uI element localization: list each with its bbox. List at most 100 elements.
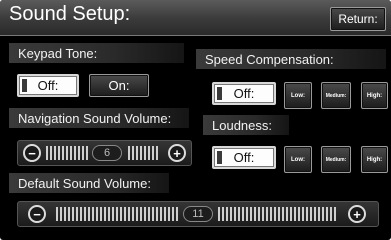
speed-compensation-label: Speed Compensation: <box>196 49 386 69</box>
volume-tick <box>136 146 138 160</box>
speed-comp-off-button[interactable]: Off: <box>212 82 276 105</box>
return-button-label: Return: <box>338 12 378 26</box>
volume-tick <box>222 207 224 221</box>
volume-tick <box>250 207 252 221</box>
volume-tick <box>70 146 72 160</box>
volume-tick <box>54 146 56 160</box>
volume-tick <box>100 207 102 221</box>
volume-tick <box>266 207 268 221</box>
volume-tick <box>82 146 84 160</box>
volume-tick <box>76 207 78 221</box>
volume-tick <box>258 207 260 221</box>
volume-tick <box>234 207 236 221</box>
volume-tick <box>104 207 106 221</box>
plus-circle-icon[interactable]: + <box>348 205 366 223</box>
speed-comp-high-button[interactable]: High: <box>361 82 388 109</box>
volume-tick <box>66 146 68 160</box>
volume-tick <box>254 207 256 221</box>
volume-tick <box>278 207 280 221</box>
navigation-volume-slider[interactable]: − 6 + <box>17 140 192 166</box>
volume-tick <box>108 207 110 221</box>
speed-comp-off-label: Off: <box>233 86 255 101</box>
default-volume-label: Default Sound Volume: <box>9 173 169 193</box>
loudness-off-label: Off: <box>233 150 255 165</box>
volume-tick <box>322 207 324 221</box>
volume-tick <box>176 207 178 221</box>
volume-tick <box>132 207 134 221</box>
minus-circle-icon[interactable]: − <box>28 205 46 223</box>
speed-comp-low-label: Low: <box>291 92 305 99</box>
default-volume-value: 11 <box>183 206 213 222</box>
keypad-tone-on-label: On: <box>108 78 130 93</box>
speed-comp-medium-label: Medium: <box>325 92 347 99</box>
volume-tick <box>310 207 312 221</box>
volume-tick <box>80 207 82 221</box>
volume-tick <box>172 207 174 221</box>
speed-comp-low-button[interactable]: Low: <box>284 82 312 109</box>
keypad-tone-off-button[interactable]: Off: <box>17 74 79 97</box>
volume-tick <box>160 207 162 221</box>
volume-tick <box>74 146 76 160</box>
volume-tick <box>92 207 94 221</box>
loudness-low-label: Low: <box>291 156 305 163</box>
default-volume-slider[interactable]: − 11 + <box>17 201 379 227</box>
volume-tick <box>318 207 320 221</box>
volume-tick <box>270 207 272 221</box>
volume-tick <box>140 146 142 160</box>
volume-tick <box>56 207 58 221</box>
volume-tick <box>96 207 98 221</box>
sound-setup-screen: Sound Setup: Return: Keypad Tone: Off: O… <box>0 0 391 240</box>
speed-comp-medium-button[interactable]: Medium: <box>321 82 351 109</box>
volume-tick <box>72 207 74 221</box>
volume-tick <box>164 207 166 221</box>
volume-tick <box>302 207 304 221</box>
loudness-low-button[interactable]: Low: <box>284 146 312 173</box>
loudness-medium-label: Medium: <box>325 156 347 163</box>
volume-tick <box>58 146 60 160</box>
volume-tick <box>282 207 284 221</box>
volume-tick <box>128 207 130 221</box>
volume-tick <box>156 207 158 221</box>
volume-tick <box>156 146 158 160</box>
volume-tick <box>218 207 220 221</box>
loudness-high-button[interactable]: High: <box>361 146 388 173</box>
loudness-medium-button[interactable]: Medium: <box>321 146 351 173</box>
minus-circle-icon[interactable]: − <box>23 144 41 162</box>
loudness-high-label: High: <box>366 156 383 163</box>
volume-tick <box>50 146 52 160</box>
volume-tick <box>246 207 248 221</box>
volume-tick <box>60 207 62 221</box>
volume-tick <box>238 207 240 221</box>
volume-tick <box>86 146 88 160</box>
volume-tick <box>262 207 264 221</box>
volume-tick <box>230 207 232 221</box>
volume-tick <box>112 207 114 221</box>
volume-tick <box>84 207 86 221</box>
volume-tick <box>286 207 288 221</box>
volume-tick <box>290 207 292 221</box>
volume-tick <box>136 207 138 221</box>
volume-tick <box>330 207 332 221</box>
volume-tick <box>140 207 142 221</box>
volume-tick <box>120 207 122 221</box>
volume-tick <box>64 207 66 221</box>
volume-tick <box>144 207 146 221</box>
volume-tick <box>274 207 276 221</box>
volume-tick <box>334 207 336 221</box>
volume-tick <box>298 207 300 221</box>
volume-tick <box>242 207 244 221</box>
volume-tick <box>152 146 154 160</box>
return-button[interactable]: Return: <box>330 7 386 31</box>
volume-tick <box>314 207 316 221</box>
volume-tick <box>306 207 308 221</box>
keypad-tone-on-button[interactable]: On: <box>89 74 149 97</box>
volume-tick <box>128 146 130 160</box>
plus-circle-icon[interactable]: + <box>168 144 186 162</box>
volume-tick <box>168 207 170 221</box>
keypad-tone-label: Keypad Tone: <box>9 43 184 63</box>
volume-tick <box>124 207 126 221</box>
volume-tick <box>78 146 80 160</box>
loudness-off-button[interactable]: Off: <box>212 146 276 169</box>
volume-tick <box>68 207 70 221</box>
volume-tick <box>226 207 228 221</box>
